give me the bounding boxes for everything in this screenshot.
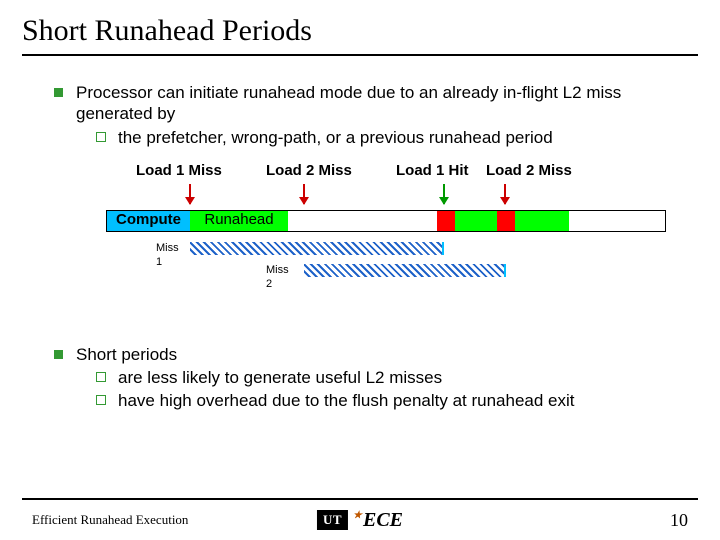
content-area: Processor can initiate runahead mode due…	[0, 56, 720, 412]
bullet-2-1: are less likely to generate useful L2 mi…	[96, 367, 680, 388]
bullet-2: Short periods are less likely to generat…	[54, 344, 680, 412]
arrow-load1-miss	[189, 184, 191, 204]
slide-title: Short Runahead Periods	[0, 0, 720, 52]
seg-green-2	[515, 211, 569, 231]
arrow-load1-hit	[443, 184, 445, 204]
label-load2-miss-2: Load 2 Miss	[486, 162, 572, 181]
bullet-1-1: the prefetcher, wrong-path, or a previou…	[96, 127, 680, 148]
miss1-bar	[190, 242, 444, 255]
label-load1-miss: Load 1 Miss	[136, 162, 222, 181]
arrow-load2-miss	[303, 184, 305, 204]
footer: Efficient Runahead Execution UT ★ECE 10	[0, 500, 720, 540]
seg-runahead: Runahead	[190, 211, 288, 231]
timeline-bar: Compute Runahead	[106, 210, 666, 232]
arrow-load2-miss-2	[504, 184, 506, 204]
miss2-bar	[304, 264, 506, 277]
seg-red-1	[437, 211, 455, 231]
seg-green-1	[455, 211, 497, 231]
page-number: 10	[670, 510, 688, 531]
bullet-1-text: Processor can initiate runahead mode due…	[76, 83, 621, 123]
bullet-2-text: Short periods	[76, 345, 177, 364]
timeline: Load 1 Miss Load 2 Miss Load 1 Hit Load …	[76, 162, 680, 322]
label-load2-miss: Load 2 Miss	[266, 162, 352, 181]
miss1-label: Miss 1	[156, 242, 179, 270]
bullet-1: Processor can initiate runahead mode due…	[54, 82, 680, 322]
logo-ut-box: UT	[317, 510, 348, 530]
label-load1-hit: Load 1 Hit	[396, 162, 469, 181]
seg-red-2	[497, 211, 515, 231]
logo-ece: ★ECE	[348, 509, 403, 532]
seg-compute: Compute	[107, 211, 190, 231]
footer-left: Efficient Runahead Execution	[32, 512, 188, 528]
miss2-label: Miss 2	[266, 264, 289, 292]
footer-logo: UT ★ECE	[317, 509, 403, 532]
logo-ece-text: ECE	[363, 509, 403, 531]
star-icon: ★	[353, 510, 362, 521]
bullet-2-2: have high overhead due to the flush pena…	[96, 390, 680, 411]
